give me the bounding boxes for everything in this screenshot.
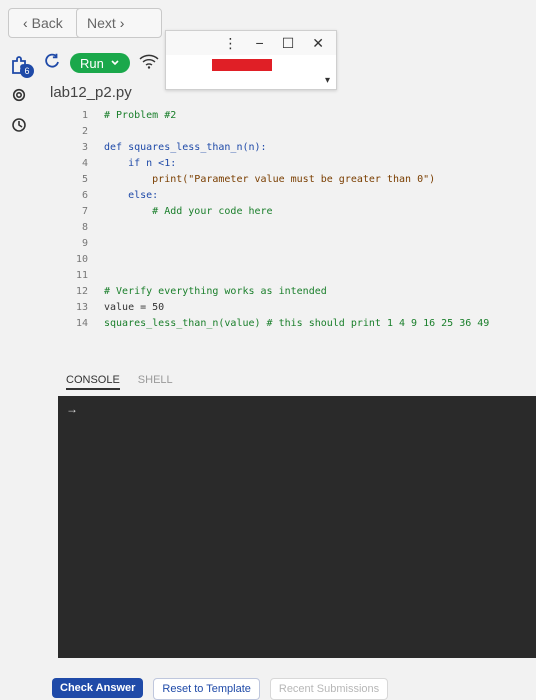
file-name: lab12_p2.py xyxy=(50,84,132,101)
line-number: 1 xyxy=(81,110,88,121)
code-line: print("Parameter value must be greater t… xyxy=(104,174,436,185)
line-number: 11 xyxy=(75,270,88,281)
run-toolbar: Run xyxy=(44,50,160,76)
code-line: # Problem #2 xyxy=(104,110,177,121)
line-number: 4 xyxy=(81,158,88,169)
code-line: value = 50 xyxy=(104,302,165,313)
kebab-icon[interactable]: ⋮ xyxy=(224,35,238,52)
next-label: Next xyxy=(87,15,116,31)
history-icon[interactable] xyxy=(10,116,28,134)
line-number: 12 xyxy=(75,286,88,297)
tab-console[interactable]: CONSOLE xyxy=(66,374,120,390)
scroll-caret-icon[interactable]: ▾ xyxy=(325,75,330,86)
chevron-right-icon: › xyxy=(119,15,125,31)
run-label: Run xyxy=(80,55,104,71)
line-number: 3 xyxy=(81,142,88,153)
left-rail: 6 xyxy=(0,50,40,170)
code-line: if n <1: xyxy=(104,158,177,169)
line-number: 10 xyxy=(75,254,88,265)
maximize-icon[interactable]: ☐ xyxy=(282,35,295,52)
line-number: 9 xyxy=(81,238,88,249)
chevron-down-icon xyxy=(110,56,120,71)
line-number: 14 xyxy=(75,318,88,329)
chevron-left-icon: ‹ xyxy=(23,15,28,31)
tab-shell[interactable]: SHELL xyxy=(138,374,173,390)
code-line: # Verify everything works as intended xyxy=(104,286,327,297)
code-line: squares_less_than_n(value) # this should… xyxy=(104,318,490,329)
popup-titlebar: ⋮ − ☐ ✕ xyxy=(166,31,336,55)
next-button[interactable]: Next › xyxy=(76,8,162,38)
footer-actions: Check Answer Reset to Template Recent Su… xyxy=(52,678,389,700)
back-button[interactable]: ‹ Back xyxy=(8,8,86,38)
reset-template-button[interactable]: Reset to Template xyxy=(153,678,260,700)
line-number: 8 xyxy=(81,222,88,233)
code-editor[interactable]: 1 # Problem #2 2 3 def squares_less_than… xyxy=(60,104,530,334)
settings-icon[interactable] xyxy=(10,86,28,104)
line-number: 7 xyxy=(81,206,88,217)
minimize-icon[interactable]: − xyxy=(256,35,264,51)
run-button[interactable]: Run xyxy=(70,53,130,73)
wifi-icon xyxy=(138,53,160,74)
console-tabs: CONSOLE SHELL xyxy=(66,374,173,390)
console-prompt-icon: → xyxy=(66,402,78,416)
code-line: # Add your code here xyxy=(104,206,273,217)
recent-submissions-button[interactable]: Recent Submissions xyxy=(269,678,389,700)
close-icon[interactable]: ✕ xyxy=(312,35,324,52)
back-label: Back xyxy=(31,15,63,31)
line-number: 5 xyxy=(81,174,88,185)
notification-badge: 6 xyxy=(20,64,34,78)
check-answer-button[interactable]: Check Answer xyxy=(52,678,144,698)
red-indicator xyxy=(212,59,272,71)
console-panel[interactable]: → xyxy=(58,396,536,658)
code-line: else: xyxy=(104,190,159,201)
line-number: 6 xyxy=(81,190,88,201)
reload-icon[interactable] xyxy=(44,52,62,75)
line-number: 13 xyxy=(75,302,88,313)
line-number: 2 xyxy=(81,126,88,137)
code-line: def squares_less_than_n(n): xyxy=(104,142,267,153)
popup-window: ⋮ − ☐ ✕ ▾ xyxy=(165,30,337,90)
